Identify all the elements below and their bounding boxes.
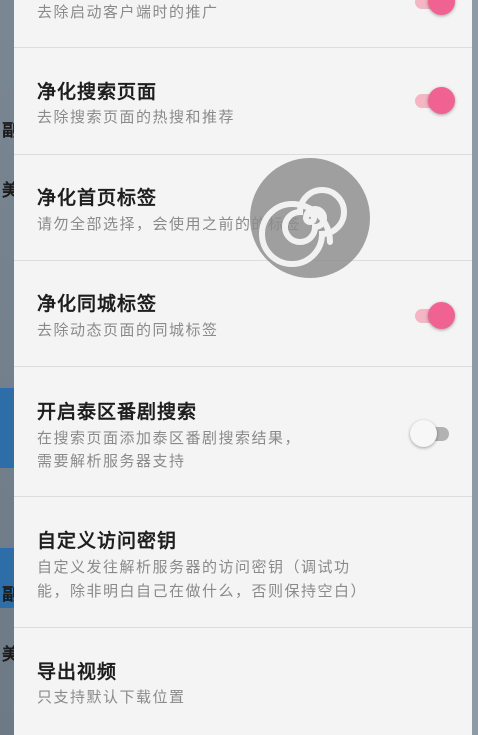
setting-item-clean-search[interactable]: 净化搜索页面 去除搜索页面的热搜和推荐 xyxy=(14,48,472,155)
toggle-thumb xyxy=(428,0,455,15)
background-blue-block xyxy=(0,388,14,468)
setting-summary: 能，除非明白自己在做什么，否则保持空白） xyxy=(37,582,368,600)
setting-summary: 自定义发往解析服务器的访问密钥（调试功 xyxy=(37,558,351,576)
settings-sheet: 去除启动客户端时的推广 净化搜索页面 去除搜索页面的热搜和推荐 净化首页标签 请… xyxy=(14,0,472,735)
setting-summary: 在搜索页面添加泰区番剧搜索结果， xyxy=(37,429,302,447)
background-app-strip xyxy=(0,0,14,735)
toggle-thumb xyxy=(428,302,455,329)
toggle-switch[interactable] xyxy=(412,0,455,16)
setting-title: 导出视频 xyxy=(37,661,118,683)
setting-item-clean-home-tabs[interactable]: 净化首页标签 请勿全部选择，会使用之前的的标签 xyxy=(14,155,472,261)
toggle-switch[interactable] xyxy=(412,300,455,330)
setting-item-thai-bangumi-search[interactable]: 开启泰区番剧搜索 在搜索页面添加泰区番剧搜索结果， 需要解析服务器支持 xyxy=(14,367,472,497)
spiral-loading-icon xyxy=(249,157,371,279)
toggle-thumb xyxy=(428,87,455,114)
setting-summary: 去除搜索页面的热搜和推荐 xyxy=(37,108,236,126)
toggle-switch[interactable] xyxy=(412,85,455,115)
setting-title: 净化首页标签 xyxy=(37,187,158,209)
toggle-switch[interactable] xyxy=(410,418,452,448)
setting-summary: 需要解析服务器支持 xyxy=(37,452,186,470)
setting-summary: 去除启动客户端时的推广 xyxy=(37,3,219,21)
setting-title: 自定义访问密钥 xyxy=(37,530,178,552)
setting-title: 净化搜索页面 xyxy=(37,81,158,103)
setting-item-export-video[interactable]: 导出视频 只支持默认下载位置 xyxy=(14,628,472,735)
setting-item-custom-access-key[interactable]: 自定义访问密钥 自定义发往解析服务器的访问密钥（调试功 能，除非明白自己在做什么… xyxy=(14,497,472,628)
setting-title: 净化同城标签 xyxy=(37,293,158,315)
setting-item-clean-local-tab[interactable]: 净化同城标签 去除动态页面的同城标签 xyxy=(14,261,472,367)
toggle-thumb xyxy=(410,420,437,447)
setting-summary: 只支持默认下载位置 xyxy=(37,688,186,706)
setting-item-launch-promo[interactable]: 去除启动客户端时的推广 xyxy=(14,0,472,48)
setting-summary: 去除动态页面的同城标签 xyxy=(37,321,219,339)
setting-title: 开启泰区番剧搜索 xyxy=(37,401,198,423)
